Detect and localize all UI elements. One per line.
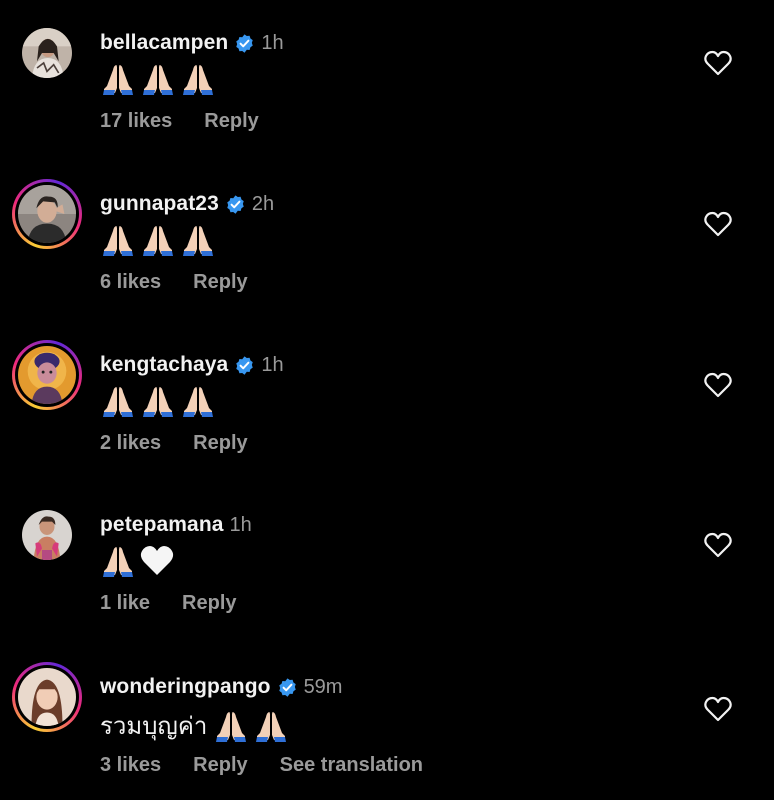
reply-button[interactable]: Reply <box>193 271 247 294</box>
reply-button[interactable]: Reply <box>193 432 247 455</box>
username[interactable]: bellacampen <box>100 31 228 55</box>
reply-button[interactable]: Reply <box>204 110 258 133</box>
timestamp: 1h <box>261 353 284 376</box>
folded-hands-emoji-icon <box>183 65 213 95</box>
timestamp: 1h <box>229 513 252 536</box>
verified-badge-icon <box>236 33 254 53</box>
folded-hands-emoji-icon <box>143 65 173 95</box>
comment-text: รวมบุญค่า <box>100 706 289 745</box>
avatar-image <box>18 668 76 726</box>
likes-count[interactable]: 1 like <box>100 592 150 615</box>
avatar-image <box>22 510 72 560</box>
avatar-image <box>22 28 72 78</box>
folded-hands-emoji-icon <box>183 387 213 417</box>
white-heart-emoji-icon <box>140 546 174 575</box>
likes-count[interactable]: 2 likes <box>100 432 161 455</box>
comment-text-content: รวมบุญค่า <box>100 712 208 740</box>
username[interactable]: gunnapat23 <box>100 192 219 216</box>
avatar-image <box>18 346 76 404</box>
folded-hands-emoji-icon <box>143 387 173 417</box>
timestamp: 2h <box>251 192 275 215</box>
heart-like-icon[interactable] <box>704 50 732 76</box>
avatar-image <box>18 185 76 243</box>
heart-like-icon[interactable] <box>704 696 732 722</box>
likes-count[interactable]: 3 likes <box>100 754 161 777</box>
see-translation-button[interactable]: See translation <box>280 754 423 777</box>
comment-text <box>100 544 174 578</box>
comment-text <box>100 223 216 257</box>
folded-hands-emoji-icon <box>103 226 133 256</box>
folded-hands-emoji-icon <box>103 387 133 417</box>
comment-text <box>100 384 216 418</box>
username[interactable]: kengtachaya <box>100 353 228 377</box>
timestamp: 59m <box>303 675 343 698</box>
likes-count[interactable]: 6 likes <box>100 271 161 294</box>
folded-hands-emoji-icon <box>256 711 287 742</box>
likes-count[interactable]: 17 likes <box>100 110 172 133</box>
folded-hands-emoji-icon <box>143 226 173 256</box>
comment-text <box>100 62 216 96</box>
username[interactable]: wonderingpango <box>100 675 271 699</box>
verified-badge-icon <box>278 677 296 697</box>
comment-item: wonderingpango 59m รวมบุญค่า 3 likes Rep… <box>0 644 774 794</box>
verified-badge-icon <box>236 355 254 375</box>
folded-hands-emoji-icon <box>216 711 247 742</box>
avatar[interactable] <box>12 179 82 249</box>
reply-button[interactable]: Reply <box>193 754 247 777</box>
comment-item: petepamana 1h 1 like Reply <box>0 482 774 632</box>
username[interactable]: petepamana <box>100 513 224 537</box>
comment-item: bellacampen 1h 17 likes Reply <box>0 0 774 150</box>
reply-button[interactable]: Reply <box>182 592 236 615</box>
avatar[interactable] <box>12 662 82 732</box>
folded-hands-emoji-icon <box>103 65 133 95</box>
comment-item: gunnapat23 2h 6 likes Reply <box>0 161 774 311</box>
avatar[interactable] <box>12 340 82 410</box>
heart-like-icon[interactable] <box>704 211 732 237</box>
avatar[interactable] <box>12 18 82 88</box>
avatar[interactable] <box>12 500 82 570</box>
comment-item: kengtachaya 1h 2 likes Reply <box>0 322 774 472</box>
heart-like-icon[interactable] <box>704 532 732 558</box>
folded-hands-emoji-icon <box>103 547 133 577</box>
folded-hands-emoji-icon <box>183 226 213 256</box>
heart-like-icon[interactable] <box>704 372 732 398</box>
timestamp: 1h <box>261 31 284 54</box>
verified-badge-icon <box>227 194 244 214</box>
comment-list: bellacampen 1h 17 likes Reply gunnapat23… <box>0 0 774 800</box>
